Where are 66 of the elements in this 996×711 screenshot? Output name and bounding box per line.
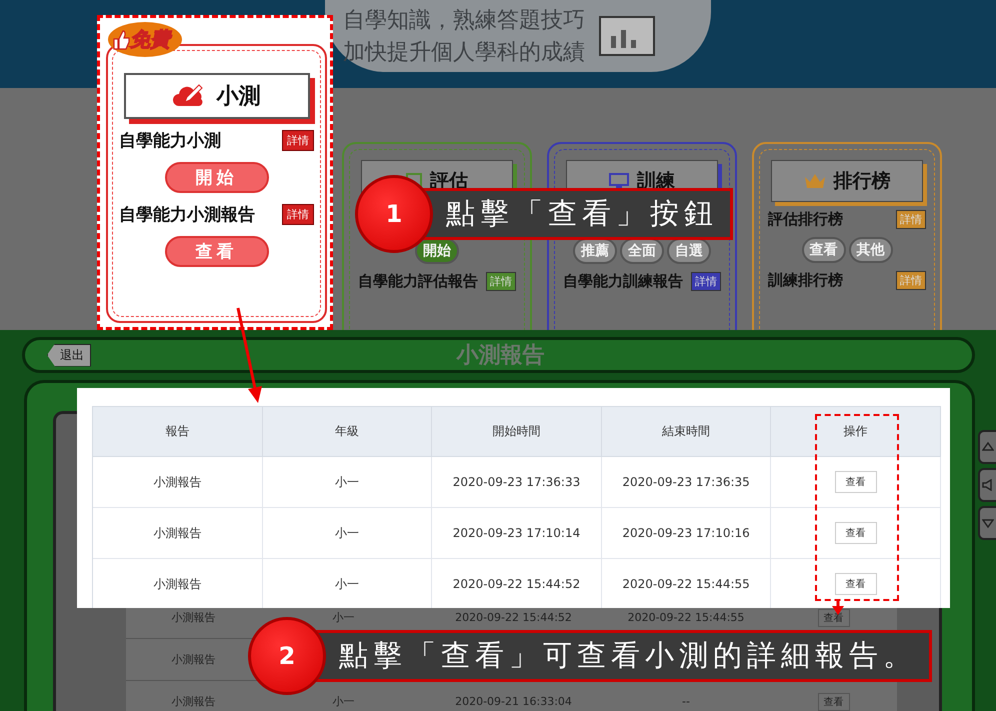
details-button[interactable]: 詳情 [896,210,926,229]
down-arrow-icon [982,517,994,529]
crown-icon [804,173,826,189]
table-cell: 2020-09-23 17:36:33 [432,457,602,508]
table-cell: 小測報告 [93,457,263,508]
thumbs-up-icon [112,30,130,50]
details-button[interactable]: 詳情 [282,204,314,225]
action-button[interactable]: 其他 [848,237,892,263]
section-label: 評估排行榜 [768,210,843,229]
side-button[interactable] [978,506,996,540]
table-cell-text: 2020-09-22 15:44:55 [626,610,746,626]
side-button[interactable] [978,430,996,464]
monitor-icon [609,173,629,189]
table-cell: 小測報告 [93,508,263,559]
table-cell-text: 小測報告 [170,610,216,626]
view-button[interactable]: 查看 [818,608,850,626]
screen-title: 小測報告 [455,342,546,370]
details-button[interactable]: 詳情 [486,272,516,291]
up-arrow-icon [982,441,994,453]
section-label: 訓練排行榜 [768,271,843,290]
view-button[interactable]: 查看 [834,522,877,544]
table-cell: 小一 [262,457,432,508]
view-button[interactable]: 查看 [834,573,877,595]
table-cell-text: 小一 [332,610,356,626]
speaker-icon [982,479,994,491]
column-header: 開始時間 [432,407,602,457]
table-cell-text: -- [681,694,691,710]
table-cell: 2020-09-22 15:44:52 [432,559,602,608]
action-button[interactable]: 開始 [164,162,268,193]
banner-text: 加快提升個人學科的成績 [343,39,585,67]
chart-board-icon [599,16,655,56]
table-cell: 2020-09-22 15:44:55 [602,559,772,608]
table-cell: 2020-09-23 17:36:35 [602,457,772,508]
view-button[interactable]: 查看 [834,471,877,493]
column-header: 操作 [771,407,941,457]
section-label: 自學能力評估報告 [358,272,478,291]
table-cell-text: 2020-09-21 16:33:04 [454,694,573,710]
action-button[interactable]: 自選 [667,238,711,264]
column-header: 年級 [262,407,432,457]
action-button[interactable]: 開始 [415,238,459,264]
free-badge: 免費 [108,22,182,57]
section-label: 自學能力小測 [119,130,221,152]
table-cell: 2020-09-23 17:10:14 [432,508,602,559]
action-button[interactable]: 推薦 [573,238,617,264]
view-button[interactable]: 查看 [818,692,850,710]
action-button[interactable]: 查看 [164,236,268,267]
column-header: 結束時間 [602,407,772,457]
table-cell-text: 2020-09-22 15:44:52 [454,610,573,626]
details-button[interactable]: 詳情 [282,130,314,151]
banner-text: 自學知識，熟練答題技巧 [343,7,585,35]
table-cell: 小一 [262,508,432,559]
action-button[interactable]: 查看 [802,237,846,263]
table-cell-text: 小測報告 [170,652,216,668]
details-button[interactable]: 詳情 [691,272,721,291]
exit-button[interactable]: 退出 [47,344,91,366]
column-header: 報告 [93,407,263,457]
section-label: 自學能力訓練報告 [563,272,683,291]
action-button[interactable]: 全面 [620,238,664,264]
side-button[interactable] [978,468,996,502]
table-cell: 小一 [262,559,432,608]
table-cell-text: 小測報告 [170,694,216,710]
table-cell: 小測報告 [93,559,263,608]
section-label: 自學能力小測報告 [119,204,255,226]
table-cell-text: 小一 [332,694,356,710]
table-cell: 2020-09-23 17:10:16 [602,508,772,559]
details-button[interactable]: 詳情 [896,271,926,290]
